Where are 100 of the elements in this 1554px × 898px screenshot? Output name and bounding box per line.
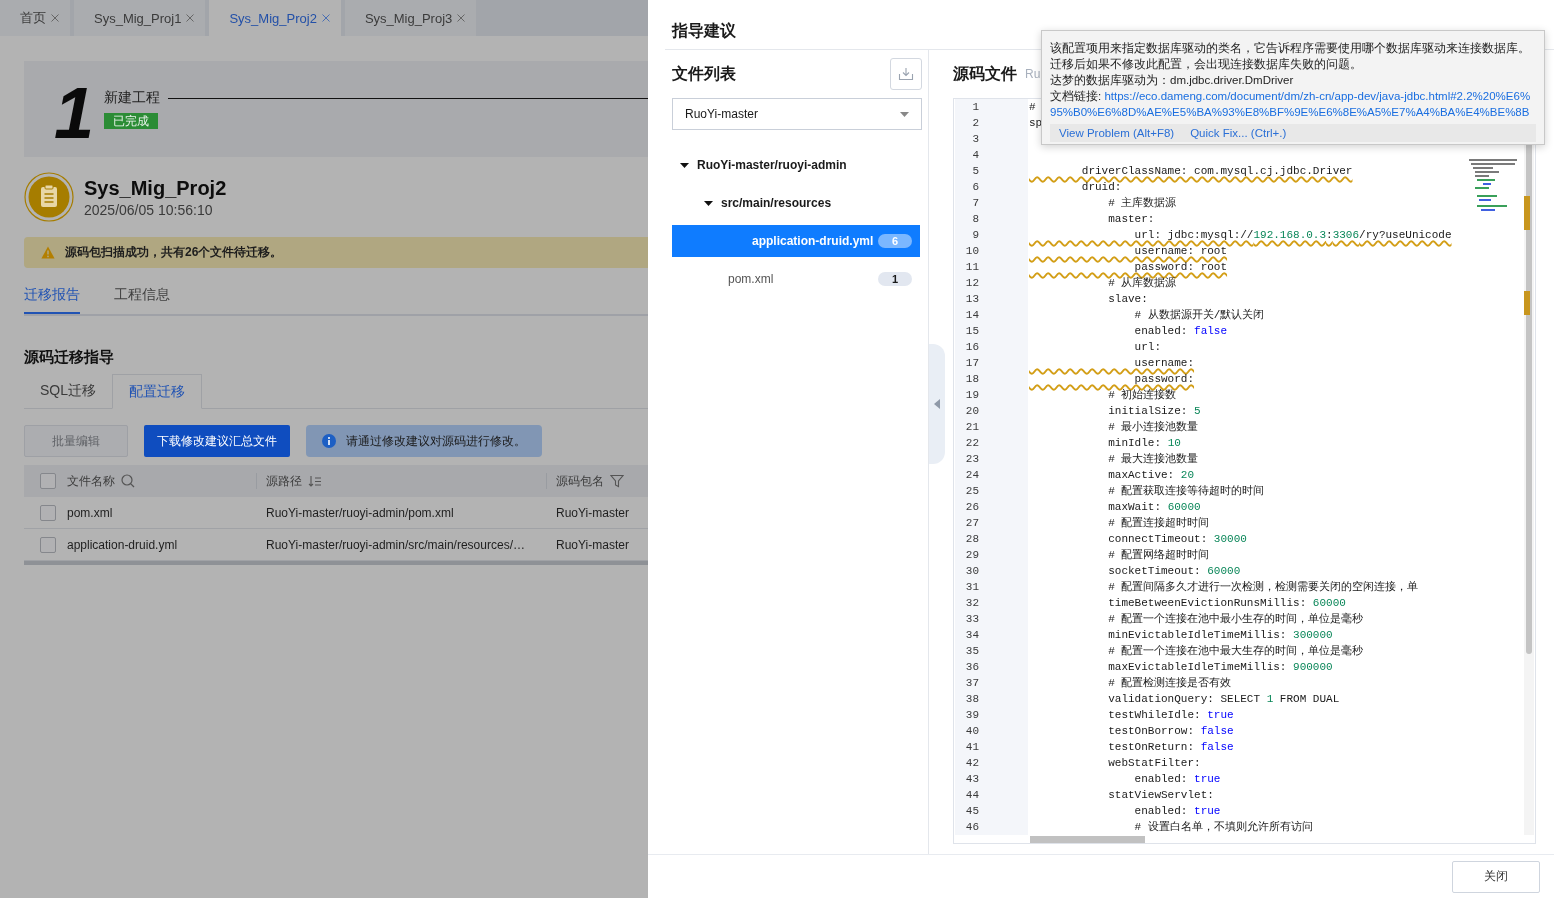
code-line: # 主库数据源 (1107, 196, 1177, 211)
caret-icon[interactable] (680, 160, 689, 170)
close-icon[interactable] (456, 13, 467, 23)
line-number: 27 (955, 515, 1028, 531)
download-button[interactable]: 下载修改建议汇总文件 (144, 425, 290, 457)
line-number: 40 (955, 723, 1028, 739)
close-button[interactable]: 关闭 (1452, 860, 1540, 893)
code-line: password: (1133, 372, 1195, 387)
code-line: timeBetweenEvictionRunsMillis: 60000 (1107, 596, 1346, 611)
close-icon[interactable] (50, 13, 60, 23)
code-line: connectTimeout: 30000 (1107, 532, 1247, 547)
guide-tab[interactable]: SQL迁移 (24, 374, 112, 408)
tree-item[interactable]: RuoYi-master/ruoyi-admin (672, 149, 920, 181)
code-line: maxWait: 60000 (1107, 500, 1201, 515)
filter-icon[interactable] (610, 474, 624, 488)
table-cell: RuoYi-master (556, 505, 629, 520)
caret-icon[interactable] (704, 198, 713, 208)
line-number: 43 (955, 771, 1028, 787)
line-number: 42 (955, 755, 1028, 771)
tree-item[interactable]: pom.xml 1 (672, 263, 920, 295)
line-number: 9 (955, 227, 1028, 243)
line-number: 11 (955, 259, 1028, 275)
code-line: statViewServlet: (1107, 788, 1214, 803)
page-tab[interactable]: 首页 (0, 0, 70, 36)
code-line: # 从数据源开关/默认关闭 (1133, 308, 1265, 323)
line-number: 18 (955, 371, 1028, 387)
drawer-title: 指导建议 (672, 21, 736, 41)
problem-marker (1524, 196, 1530, 230)
caret-icon (934, 399, 940, 409)
sort-icon[interactable] (308, 474, 322, 488)
line-number: 20 (955, 403, 1028, 419)
checkbox[interactable] (40, 473, 56, 489)
count-badge: 6 (878, 234, 912, 248)
scrollbar[interactable] (1030, 836, 1145, 843)
line-number: 38 (955, 691, 1028, 707)
line-number: 10 (955, 243, 1028, 259)
line-number: 7 (955, 195, 1028, 211)
line-number: 24 (955, 467, 1028, 483)
checkbox[interactable] (40, 536, 56, 553)
package-select[interactable]: RuoYi-master (672, 98, 922, 130)
close-icon[interactable] (185, 13, 196, 23)
close-icon[interactable] (320, 13, 331, 23)
line-number: 25 (955, 483, 1028, 499)
checkbox[interactable] (40, 504, 56, 521)
report-tab[interactable]: 工程信息 (114, 282, 170, 314)
line-number: 14 (955, 307, 1028, 323)
line-number: 3 (955, 131, 1028, 147)
line-number: 36 (955, 659, 1028, 675)
project-time: 2025/06/05 10:56:10 (84, 201, 214, 218)
code-line: # 最小连接池数量 (1107, 420, 1199, 435)
collapse-handle[interactable] (929, 344, 945, 464)
warning-icon (41, 246, 55, 259)
code-line: # 配置连接超时时间 (1107, 516, 1210, 531)
code-line: password: root (1133, 260, 1228, 275)
doc-link[interactable]: 文档链接: https://eco.dameng.com/document/dm/zh-cn/app-dev/java-jdbc.html#2.2%20%E6%95%B0%E6%8D%AE%E5%BA%93%E8%BF%9E%E6%8E%A5%E7%A4%BA%E4%BE%8B (1050, 88, 1536, 120)
line-number: 30 (955, 563, 1028, 579)
line-number: 19 (955, 387, 1028, 403)
table-cell: RuoYi-master (556, 537, 629, 552)
code-line: testOnReturn: false (1107, 740, 1234, 755)
code-line: # 配置一个连接在池中最小生存的时间，单位是毫秒 (1107, 611, 1364, 627)
count-badge: 1 (878, 272, 912, 286)
step-title: 新建工程 (104, 89, 161, 107)
line-number: 35 (955, 643, 1028, 659)
line-number: 1 (955, 99, 1028, 115)
table-cell: RuoYi-master/ruoyi-admin/pom.xml (266, 505, 454, 520)
page-tab[interactable]: Sys_Mig_Proj3 (344, 0, 477, 36)
code-line: # 配置一个连接在池中最大生存的时间，单位是毫秒 (1107, 643, 1364, 659)
tooltip-action[interactable]: View Problem (Alt+F8) (1059, 127, 1175, 139)
line-number: 6 (955, 179, 1028, 195)
page-tab[interactable]: Sys_Mig_Proj1 (74, 0, 206, 36)
tree-item[interactable]: src/main/resources (672, 187, 920, 219)
line-number: 46 (955, 819, 1028, 835)
code-line: socketTimeout: 60000 (1107, 564, 1241, 579)
line-number: 4 (955, 147, 1028, 163)
code-line: # 设置白名单，不填则允许所有访问 (1133, 820, 1313, 835)
download-button[interactable] (890, 58, 922, 90)
code-line: # 从库数据源 (1107, 276, 1177, 291)
code-line: username: root (1133, 244, 1228, 259)
tree-item[interactable]: application-druid.yml 6 (672, 225, 920, 257)
info-icon (322, 434, 336, 448)
search-icon[interactable] (121, 474, 135, 488)
column-header: 源码包名 (556, 472, 604, 490)
report-tab[interactable]: 迁移报告 (24, 282, 80, 314)
page-tab[interactable]: Sys_Mig_Proj2 (209, 0, 341, 36)
column-header: 文件名称 (67, 472, 115, 490)
code-line: # 最大连接池数量 (1107, 452, 1199, 467)
column-header: 源路径 (266, 472, 302, 490)
line-number: 26 (955, 499, 1028, 515)
tooltip-text: 该配置项用来指定数据库驱动的类名，它告诉程序需要使用哪个数据库驱动来连接数据库。 (1050, 41, 1531, 56)
line-number: 2 (955, 115, 1028, 131)
code-line: # 配置检测连接是否有效 (1107, 676, 1232, 691)
code-line: enabled: true (1133, 772, 1221, 787)
line-number: 8 (955, 211, 1028, 227)
code-line: enabled: false (1133, 324, 1228, 339)
tooltip-action[interactable]: Quick Fix... (Ctrl+.) (1190, 127, 1287, 139)
guide-tab[interactable]: 配置迁移 (112, 374, 202, 409)
line-number: 44 (955, 787, 1028, 803)
section-title: 源码迁移指导 (24, 348, 115, 367)
code-line: # 配置网络超时时间 (1107, 548, 1210, 563)
project-name: Sys_Mig_Proj2 (84, 176, 227, 200)
